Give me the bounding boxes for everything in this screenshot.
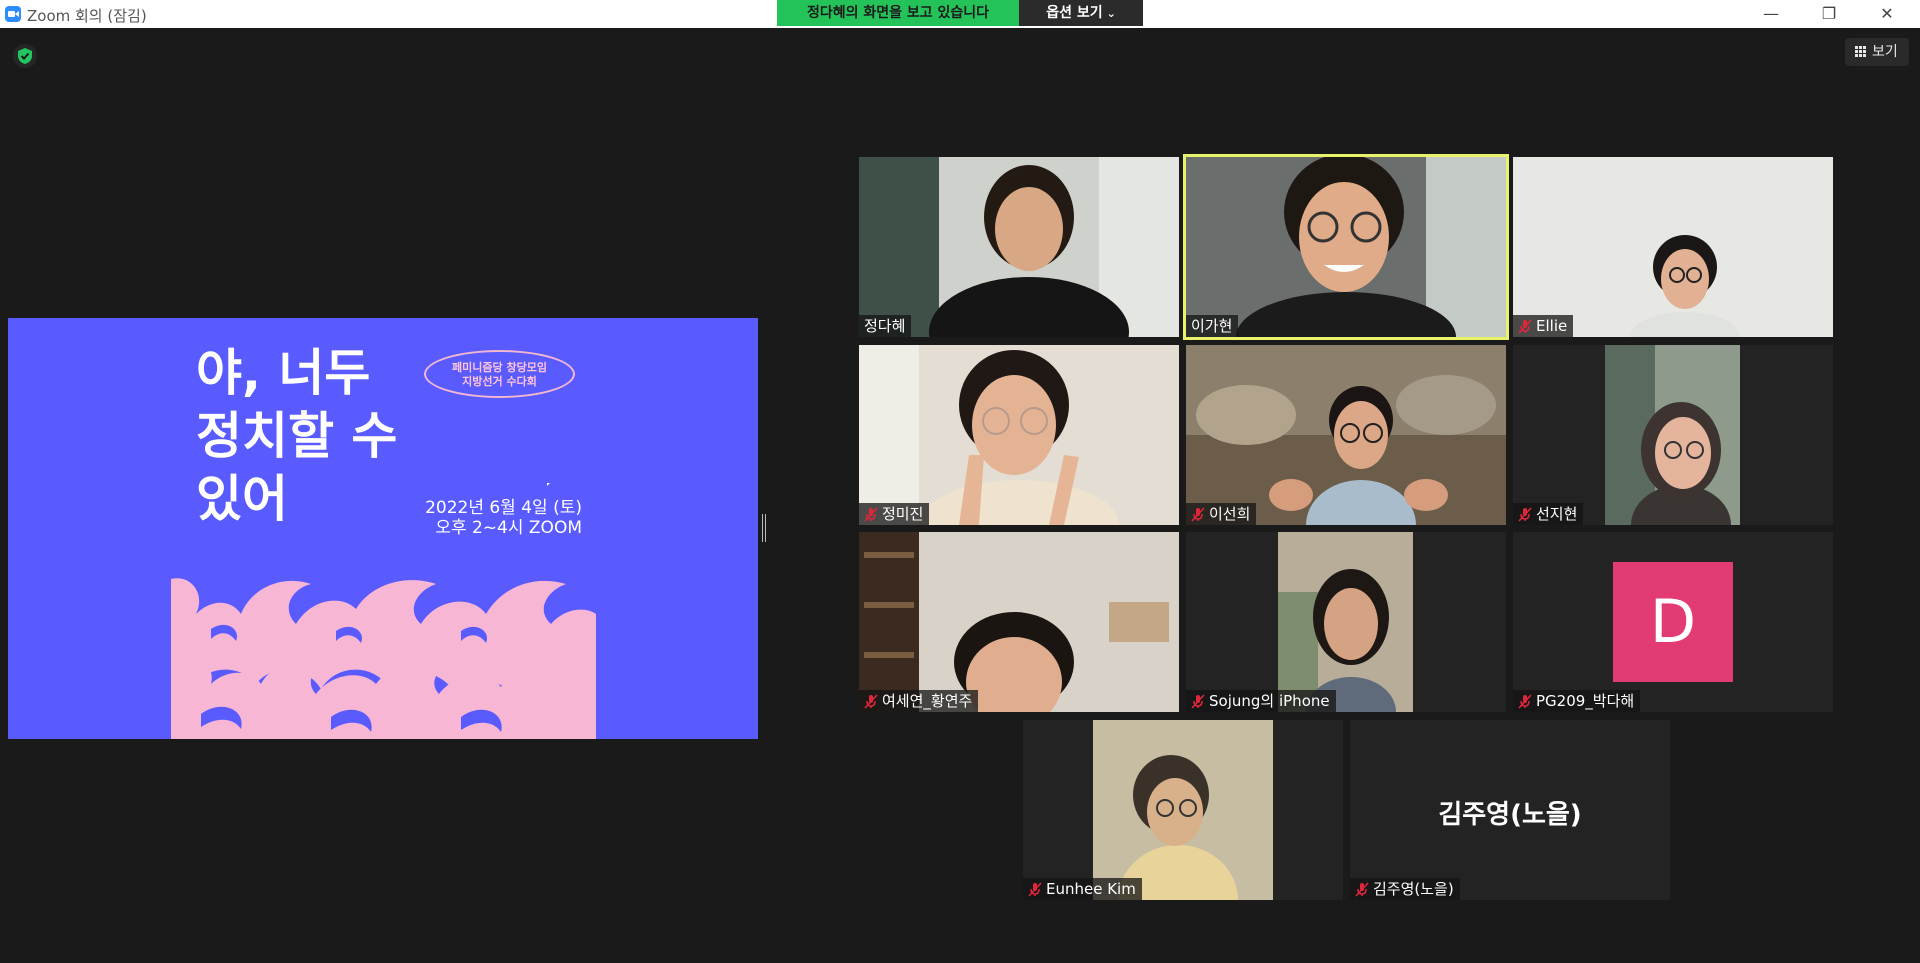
participant-name: PG209_박다해	[1536, 692, 1635, 710]
slide-title-line: 정치할 수	[196, 407, 398, 465]
maximize-button[interactable]: ❐	[1806, 0, 1852, 28]
participant-name-tag: Ellie	[1513, 315, 1574, 337]
wave-illustration	[171, 578, 596, 739]
minimize-button[interactable]: —	[1748, 0, 1794, 28]
participant-name: 이선희	[1209, 505, 1251, 523]
muted-mic-icon	[1191, 506, 1205, 522]
grid-icon	[1855, 46, 1867, 58]
slide-date-line: 2022년 6월 4일 (토)	[425, 498, 582, 518]
participant-video	[1186, 157, 1506, 337]
muted-mic-icon	[864, 506, 878, 522]
participant-name-tag: 정다혜	[859, 315, 912, 337]
split-resize-handle[interactable]	[762, 514, 767, 542]
participant-video	[1186, 532, 1506, 712]
shared-screen[interactable]: 야, 너두 정치할 수 있어 페미니즘당 창당모임 지방선거 수다회 2022년…	[8, 318, 758, 739]
participant-display-name: 김주영(노을)	[1438, 800, 1582, 830]
muted-mic-icon	[1028, 881, 1042, 897]
participant-name-tag: 이가현	[1186, 315, 1239, 337]
participant-name: Sojung의 iPhone	[1209, 692, 1330, 710]
video-tile[interactable]: D PG209_박다해	[1513, 532, 1833, 712]
slide-badge: 페미니즘당 창당모임 지방선거 수다회	[424, 350, 575, 398]
participant-name: 정미진	[882, 505, 924, 523]
video-tile[interactable]: 정미진	[859, 345, 1179, 525]
video-tile[interactable]: Ellie	[1513, 157, 1833, 337]
video-tile[interactable]: 정다혜	[859, 157, 1179, 337]
muted-mic-icon	[864, 693, 878, 709]
participant-name-tag: Sojung의 iPhone	[1186, 690, 1336, 712]
participant-name-tag: 정미진	[859, 503, 930, 525]
participant-name-tag: 여세연_황연주	[859, 690, 979, 712]
participant-video	[859, 532, 1179, 712]
participant-video	[859, 345, 1179, 525]
participant-name-tag: PG209_박다해	[1513, 690, 1641, 712]
video-tile[interactable]: 김주영(노을) 김주영(노을)	[1350, 720, 1670, 900]
participant-name-tag: 이선희	[1186, 503, 1257, 525]
participant-name-tag: 김주영(노을)	[1350, 878, 1460, 900]
video-tile[interactable]: Sojung의 iPhone	[1186, 532, 1506, 712]
participant-video	[1186, 345, 1506, 525]
viewing-share-banner: 정다혜의 화면을 보고 있습니다	[777, 0, 1019, 26]
participant-name: 여세연_황연주	[882, 692, 973, 710]
video-tile[interactable]: 이선희	[1186, 345, 1506, 525]
title-bar: Zoom 회의 (잠김) 정다혜의 화면을 보고 있습니다 옵션 보기 ⌄ — ❐…	[0, 0, 1920, 28]
close-button[interactable]: ✕	[1864, 0, 1910, 28]
video-tile[interactable]: 여세연_황연주	[859, 532, 1179, 712]
video-tile-active-speaker[interactable]: 이가현	[1183, 154, 1509, 340]
participant-name: Ellie	[1536, 317, 1568, 335]
participant-name: 김주영(노을)	[1373, 880, 1454, 898]
view-options-label: 옵션 보기	[1046, 5, 1103, 21]
chevron-down-icon: ⌄	[1106, 7, 1116, 20]
view-button-label: 보기	[1872, 44, 1898, 60]
participant-video	[1513, 345, 1833, 525]
view-options-button[interactable]: 옵션 보기 ⌄	[1019, 0, 1143, 26]
video-tile[interactable]: Eunhee Kim	[1023, 720, 1343, 900]
muted-mic-icon	[1518, 318, 1532, 334]
participant-avatar: D	[1613, 562, 1733, 682]
window-title: Zoom 회의 (잠김)	[27, 7, 147, 25]
muted-mic-icon	[1518, 506, 1532, 522]
participant-name: Eunhee Kim	[1046, 880, 1136, 898]
muted-mic-icon	[1518, 693, 1532, 709]
slide-date-line: 오후 2~4시 ZOOM	[435, 518, 582, 538]
participant-name: 이가현	[1191, 317, 1233, 335]
zoom-app-icon	[5, 6, 21, 22]
participant-name-tag: 선지현	[1513, 503, 1584, 525]
participant-video	[859, 157, 1179, 337]
slide-badge-line: 페미니즘당 창당모임	[452, 361, 547, 374]
slide-date: 2022년 6월 4일 (토) 오후 2~4시 ZOOM	[320, 498, 582, 538]
participant-name: 정다혜	[864, 317, 906, 335]
participant-name: 선지현	[1536, 505, 1578, 523]
view-button[interactable]: 보기	[1845, 38, 1909, 66]
participant-video	[1023, 720, 1343, 900]
mouse-cursor-icon	[547, 483, 550, 486]
slide-badge-line: 지방선거 수다회	[462, 375, 537, 388]
video-tile[interactable]: 선지현	[1513, 345, 1833, 525]
participant-name-tag: Eunhee Kim	[1023, 878, 1142, 900]
muted-mic-icon	[1191, 693, 1205, 709]
participant-video	[1513, 157, 1833, 337]
muted-mic-icon	[1355, 881, 1369, 897]
slide-title-line: 야, 너두	[196, 344, 371, 402]
shield-check-icon[interactable]	[13, 44, 37, 68]
